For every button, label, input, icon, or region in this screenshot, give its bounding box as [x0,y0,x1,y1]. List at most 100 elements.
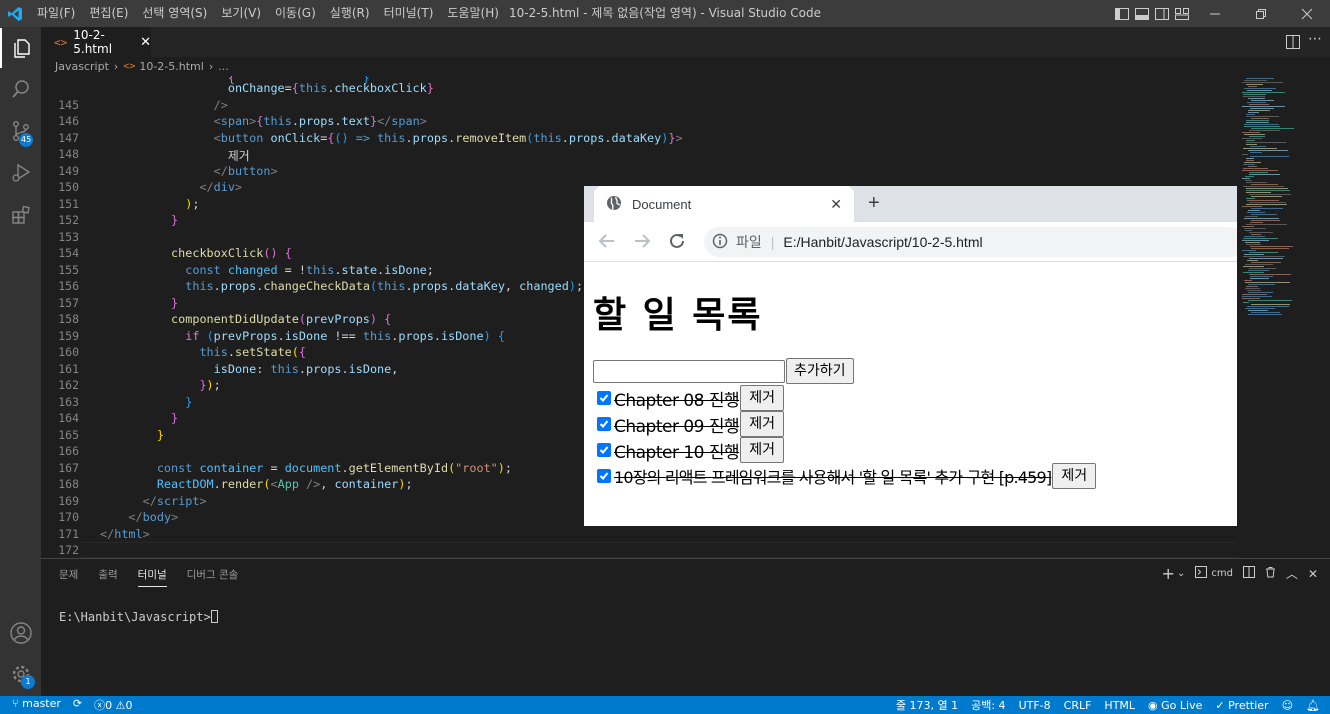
remove-button[interactable]: 제거 [1052,463,1097,489]
tab-terminal[interactable]: 터미널 [137,567,167,587]
page-heading: 할 일 목록 [593,295,763,336]
source-control-icon[interactable]: 45 [0,111,41,151]
forward-arrow-icon[interactable] [633,232,651,254]
close-tab-icon[interactable]: ✕ [830,196,842,213]
breadcrumb-file[interactable]: 10-2-5.html [139,60,204,73]
feedback-icon[interactable]: ☺ [1282,699,1293,712]
encoding[interactable]: UTF-8 [1019,699,1051,712]
line-number: 172 [58,543,79,557]
minimap-line [1244,218,1279,219]
breadcrumb: Javascript › <> 10-2-5.html › ... [41,57,1330,76]
breadcrumb-folder[interactable]: Javascript [55,60,109,73]
toggle-panel-icon[interactable] [1132,0,1152,27]
minimap-line [1242,82,1283,83]
toggle-secondary-sidebar-icon[interactable] [1152,0,1172,27]
menu-view[interactable]: 보기(V) [214,0,268,27]
remove-button[interactable]: 제거 [740,411,784,437]
tab-problems[interactable]: 문제 [59,567,78,587]
menu-run[interactable]: 실행(R) [323,0,377,27]
menu-edit[interactable]: 편집(E) [82,0,135,27]
menu-terminal[interactable]: 터미널(T) [377,0,441,27]
extensions-icon[interactable] [0,195,41,235]
go-live-button[interactable]: ◉ Go Live [1148,699,1202,712]
language-mode[interactable]: HTML [1104,699,1135,712]
reload-icon[interactable] [668,232,686,254]
browser-tab[interactable]: Document ✕ [594,186,854,222]
todo-checkbox[interactable] [597,391,611,405]
chevron-right-icon: › [113,60,119,73]
cursor-position[interactable]: 줄 173, 열 1 [896,697,958,713]
menu-selection[interactable]: 선택 영역(S) [135,0,214,27]
line-number: 149 [58,163,79,178]
split-editor-icon[interactable] [1286,34,1300,53]
minimize-button[interactable] [1192,0,1238,27]
remove-button[interactable]: 제거 [740,437,784,463]
terminal-shell-label[interactable]: cmd [1211,568,1233,579]
run-debug-icon[interactable] [0,153,41,193]
code-line: </html> [100,526,150,541]
close-tab-icon[interactable]: ✕ [140,35,151,50]
minimap-line [1245,230,1252,231]
tab-output[interactable]: 출력 [98,567,117,587]
info-icon[interactable] [712,233,728,252]
restore-button[interactable] [1238,0,1284,27]
todo-checkbox[interactable] [597,443,611,457]
todo-checkbox[interactable] [597,469,611,483]
minimap-line [1245,264,1273,265]
todo-text: Chapter 09 진행 [614,416,740,437]
code-line: }); [199,378,221,392]
problems-indicator[interactable]: ⓧ0 ⚠0 [94,697,132,713]
minimap-line [1246,244,1261,245]
minimap-line [1243,186,1284,187]
todo-input[interactable] [593,359,785,383]
notifications-bell-icon[interactable]: 🔔︎ [1306,699,1320,712]
minimap[interactable] [1237,76,1330,558]
terminal-shell-icon[interactable] [1195,566,1208,581]
customize-layout-icon[interactable] [1172,0,1192,27]
close-panel-icon[interactable]: ✕ [1308,567,1318,581]
remove-button[interactable]: 제거 [740,385,784,411]
split-terminal-icon[interactable] [1242,566,1255,581]
code-line: </button> [213,163,278,178]
explorer-icon[interactable] [0,28,41,68]
accounts-icon[interactable] [0,613,41,653]
search-icon[interactable] [0,69,41,109]
menu-help[interactable]: 도움말(H) [440,0,506,27]
menu-go[interactable]: 이동(G) [268,0,323,27]
breadcrumb-more[interactable]: ... [218,60,229,73]
line-ending[interactable]: CRLF [1064,699,1092,712]
indentation[interactable]: 공백: 4 [971,697,1005,713]
line-number: 164 [58,411,79,425]
tab-10-2-5-html[interactable]: <> 10-2-5.html ✕ [41,27,151,57]
minimap-line [1242,294,1267,295]
minimap-line [1251,128,1294,129]
close-button[interactable] [1284,0,1330,27]
settings-gear-icon[interactable]: 1 [0,654,41,694]
minimap-line [1249,172,1268,173]
sync-icon[interactable]: ⟳ [73,697,82,713]
minimap-line [1248,86,1257,87]
more-actions-icon[interactable]: ⋯ [1308,31,1322,47]
add-button[interactable]: 추가하기 [786,358,854,384]
code-line: this.setState({ [199,345,307,359]
branch-indicator[interactable]: ⑂ master [12,697,61,713]
back-arrow-icon[interactable] [598,232,616,254]
address-bar[interactable]: 파일 | E:/Hanbit/Javascript/10-2-5.html [704,227,1237,257]
maximize-panel-icon[interactable]: ︿ [1286,565,1298,582]
tab-debug-console[interactable]: 디버그 콘솔 [187,567,239,587]
new-terminal-icon[interactable]: + [1162,564,1175,583]
terminal-output[interactable]: E:\Hanbit\Javascript> [59,610,218,624]
minimap-line [1250,278,1269,279]
prettier-button[interactable]: ✓ Prettier [1215,699,1268,712]
new-tab-icon[interactable]: + [868,192,880,215]
toggle-sidebar-icon[interactable] [1112,0,1132,27]
menu-file[interactable]: 파일(F) [30,0,82,27]
minimap-line [1248,110,1270,111]
todo-checkbox[interactable] [597,417,611,431]
go-live-label: Go Live [1161,698,1203,712]
minimap-line [1248,300,1292,301]
trash-icon[interactable] [1265,566,1276,581]
chevron-down-icon[interactable]: ⌄ [1177,568,1185,579]
line-number: 167 [58,460,79,475]
line-number: 169 [58,493,79,508]
